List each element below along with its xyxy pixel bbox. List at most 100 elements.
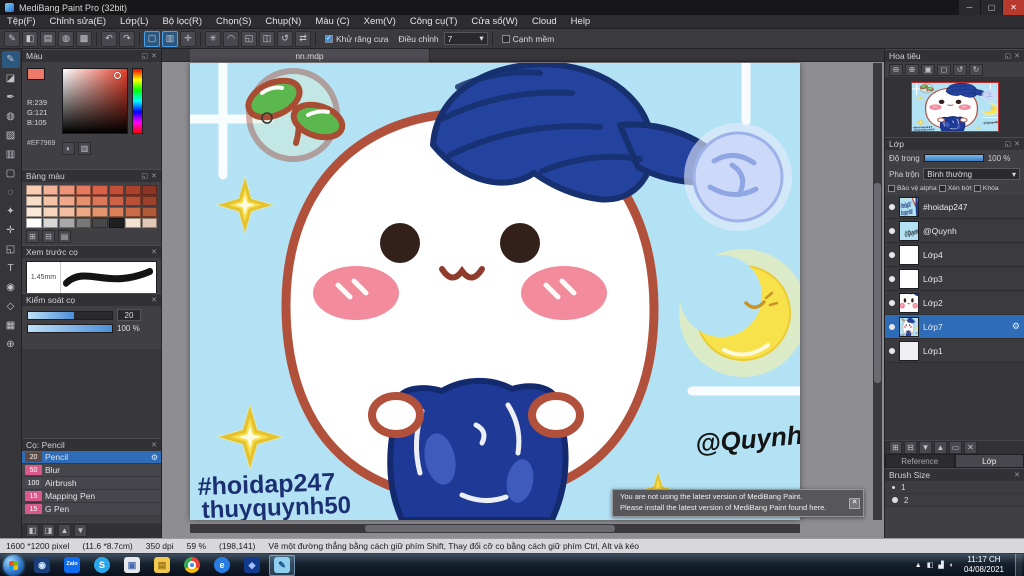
transform-tool[interactable]: ◱: [2, 241, 20, 258]
palette-swatch-25[interactable]: [42, 218, 58, 228]
close-icon[interactable]: ✕: [1014, 471, 1020, 479]
popout-icon[interactable]: ◱: [142, 172, 149, 180]
snap-parallel-icon[interactable]: ▥: [162, 30, 178, 47]
dock-left-icon[interactable]: ◧: [26, 524, 39, 537]
menu-item-7[interactable]: Xem(V): [357, 15, 403, 28]
clear-layer-icon[interactable]: ▭: [949, 441, 962, 454]
close-icon[interactable]: ✕: [151, 172, 157, 180]
notification-close-icon[interactable]: ✕: [849, 498, 860, 509]
stamp-icon[interactable]: ◍: [58, 30, 74, 47]
palette-swatch-28[interactable]: [92, 218, 108, 228]
layer-visibility-icon[interactable]: [889, 299, 895, 306]
select-rect-tool[interactable]: ▢: [2, 165, 20, 182]
perspective-icon[interactable]: ◱: [241, 30, 257, 47]
color-wheel-icon[interactable]: ◐: [62, 142, 75, 155]
eraser-tool[interactable]: ◪: [2, 70, 20, 87]
layer-row-@Quynh[interactable]: @Quynh: [885, 219, 1024, 243]
v-scroll-thumb[interactable]: [874, 183, 881, 383]
grid-icon[interactable]: ▩: [76, 30, 92, 47]
document-tab[interactable]: nn.mdp: [190, 49, 430, 62]
menu-item-11[interactable]: Help: [564, 15, 598, 28]
snap-curve-icon[interactable]: ◠: [223, 30, 239, 47]
move-up-icon[interactable]: ▲: [934, 441, 947, 454]
close-icon[interactable]: ✕: [151, 248, 157, 256]
brush-size-row-2[interactable]: 2: [885, 494, 1024, 507]
palette-swatch-15[interactable]: [141, 196, 157, 206]
brush-size-value[interactable]: 20: [117, 309, 141, 321]
layer-visibility-icon[interactable]: [889, 227, 895, 234]
menu-item-6[interactable]: Màu (C): [308, 15, 356, 28]
zoom-in-icon[interactable]: ⊕: [905, 63, 919, 76]
expand-icon[interactable]: ▼: [74, 524, 87, 537]
start-button[interactable]: [3, 554, 24, 576]
pen-tool[interactable]: ✒: [2, 89, 20, 106]
close-icon[interactable]: ✕: [1014, 52, 1020, 60]
layer-check-1[interactable]: Xén bớt: [938, 185, 972, 192]
material-panel-icon[interactable]: ▤: [40, 30, 56, 47]
palette-swatch-13[interactable]: [108, 196, 124, 206]
close-icon[interactable]: ✕: [151, 296, 157, 304]
delete-layer-icon[interactable]: ✕: [964, 441, 977, 454]
palette-swatch-10[interactable]: [59, 196, 75, 206]
palette-swatch-30[interactable]: [125, 218, 141, 228]
snap-radial-icon[interactable]: ✳: [205, 30, 221, 47]
palette-swatch-0[interactable]: [26, 185, 42, 195]
menu-item-4[interactable]: Chọn(S): [209, 15, 258, 28]
palette-swatch-5[interactable]: [108, 185, 124, 195]
airbrush-tool[interactable]: ◍: [2, 108, 20, 125]
photos-icon[interactable]: ▣: [119, 555, 145, 576]
menu-item-8[interactable]: Công cụ(T): [403, 15, 465, 28]
layer-row-Lớp7[interactable]: Lớp7 ⚙: [885, 315, 1024, 339]
merge-down-icon[interactable]: ▼: [919, 441, 932, 454]
dialog-icon[interactable]: ◧: [22, 30, 38, 47]
undo-icon[interactable]: ↶: [101, 30, 117, 47]
brush-opacity-slider[interactable]: [27, 324, 113, 333]
popout-icon[interactable]: ◱: [1005, 140, 1012, 148]
rotate-canvas-icon[interactable]: ↺: [277, 30, 293, 47]
rotate-left-icon[interactable]: ↺: [953, 63, 967, 76]
brush-row[interactable]: 100 Airbrush: [22, 477, 161, 490]
snap-cross-icon[interactable]: ✛: [180, 30, 196, 47]
duplicate-layer-icon[interactable]: ⊟: [904, 441, 917, 454]
adjust-dropdown[interactable]: 7 ▾: [443, 32, 488, 45]
tab-lớp[interactable]: Lớp: [954, 454, 1024, 468]
soft-edge-checkbox[interactable]: Cạnh mềm: [501, 34, 554, 44]
layer-check-2[interactable]: Khóa: [973, 185, 999, 192]
snap-off-icon[interactable]: ▢: [144, 30, 160, 47]
rotate-right-icon[interactable]: ↻: [969, 63, 983, 76]
brush-tool[interactable]: ✎: [1, 51, 20, 68]
popout-icon[interactable]: ◱: [1005, 52, 1012, 60]
palette-swatch-11[interactable]: [75, 196, 91, 206]
palette-swatch-7[interactable]: [141, 185, 157, 195]
palette-swatch-16[interactable]: [26, 207, 42, 217]
minimize-button[interactable]: ─: [958, 0, 980, 15]
palette-swatch-19[interactable]: [75, 207, 91, 217]
show-desktop-button[interactable]: [1015, 553, 1022, 576]
brush-row[interactable]: 20 Pencil ⚙: [22, 451, 161, 464]
brush-row[interactable]: 15 G Pen: [22, 503, 161, 516]
layer-visibility-icon[interactable]: [889, 251, 895, 258]
layer-check-box-0[interactable]: [888, 185, 895, 192]
palette-swatch-12[interactable]: [92, 196, 108, 206]
zoom-out-icon[interactable]: ⊖: [889, 63, 903, 76]
layer-visibility-icon[interactable]: [889, 275, 895, 282]
eyedropper-tool[interactable]: ◉: [2, 279, 20, 296]
redo-icon[interactable]: ↷: [119, 30, 135, 47]
menu-item-5[interactable]: Chụp(N): [258, 15, 308, 28]
canvas-v-scrollbar[interactable]: [873, 63, 882, 520]
layer-row-Lớp3[interactable]: Lớp3: [885, 267, 1024, 291]
skype-icon[interactable]: S: [89, 555, 115, 576]
layer-check-box-1[interactable]: [938, 185, 946, 192]
soft-edge-checkbox-box[interactable]: [501, 34, 510, 43]
palette-swatch-6[interactable]: [125, 185, 141, 195]
current-color-swatch[interactable]: [27, 68, 45, 80]
brush-panel-icon[interactable]: ✎: [4, 30, 20, 47]
divide-tool[interactable]: ▦: [2, 317, 20, 334]
palette-swatch-27[interactable]: [75, 218, 91, 228]
palette-swatch-17[interactable]: [42, 207, 58, 217]
zoom-tool[interactable]: ⊕: [2, 336, 20, 353]
add-layer-icon[interactable]: ⊞: [889, 441, 902, 454]
gear-icon[interactable]: ⚙: [1012, 321, 1020, 332]
color-bar-icon[interactable]: ▥: [78, 142, 91, 155]
zoom-100-icon[interactable]: ◻: [937, 63, 951, 76]
